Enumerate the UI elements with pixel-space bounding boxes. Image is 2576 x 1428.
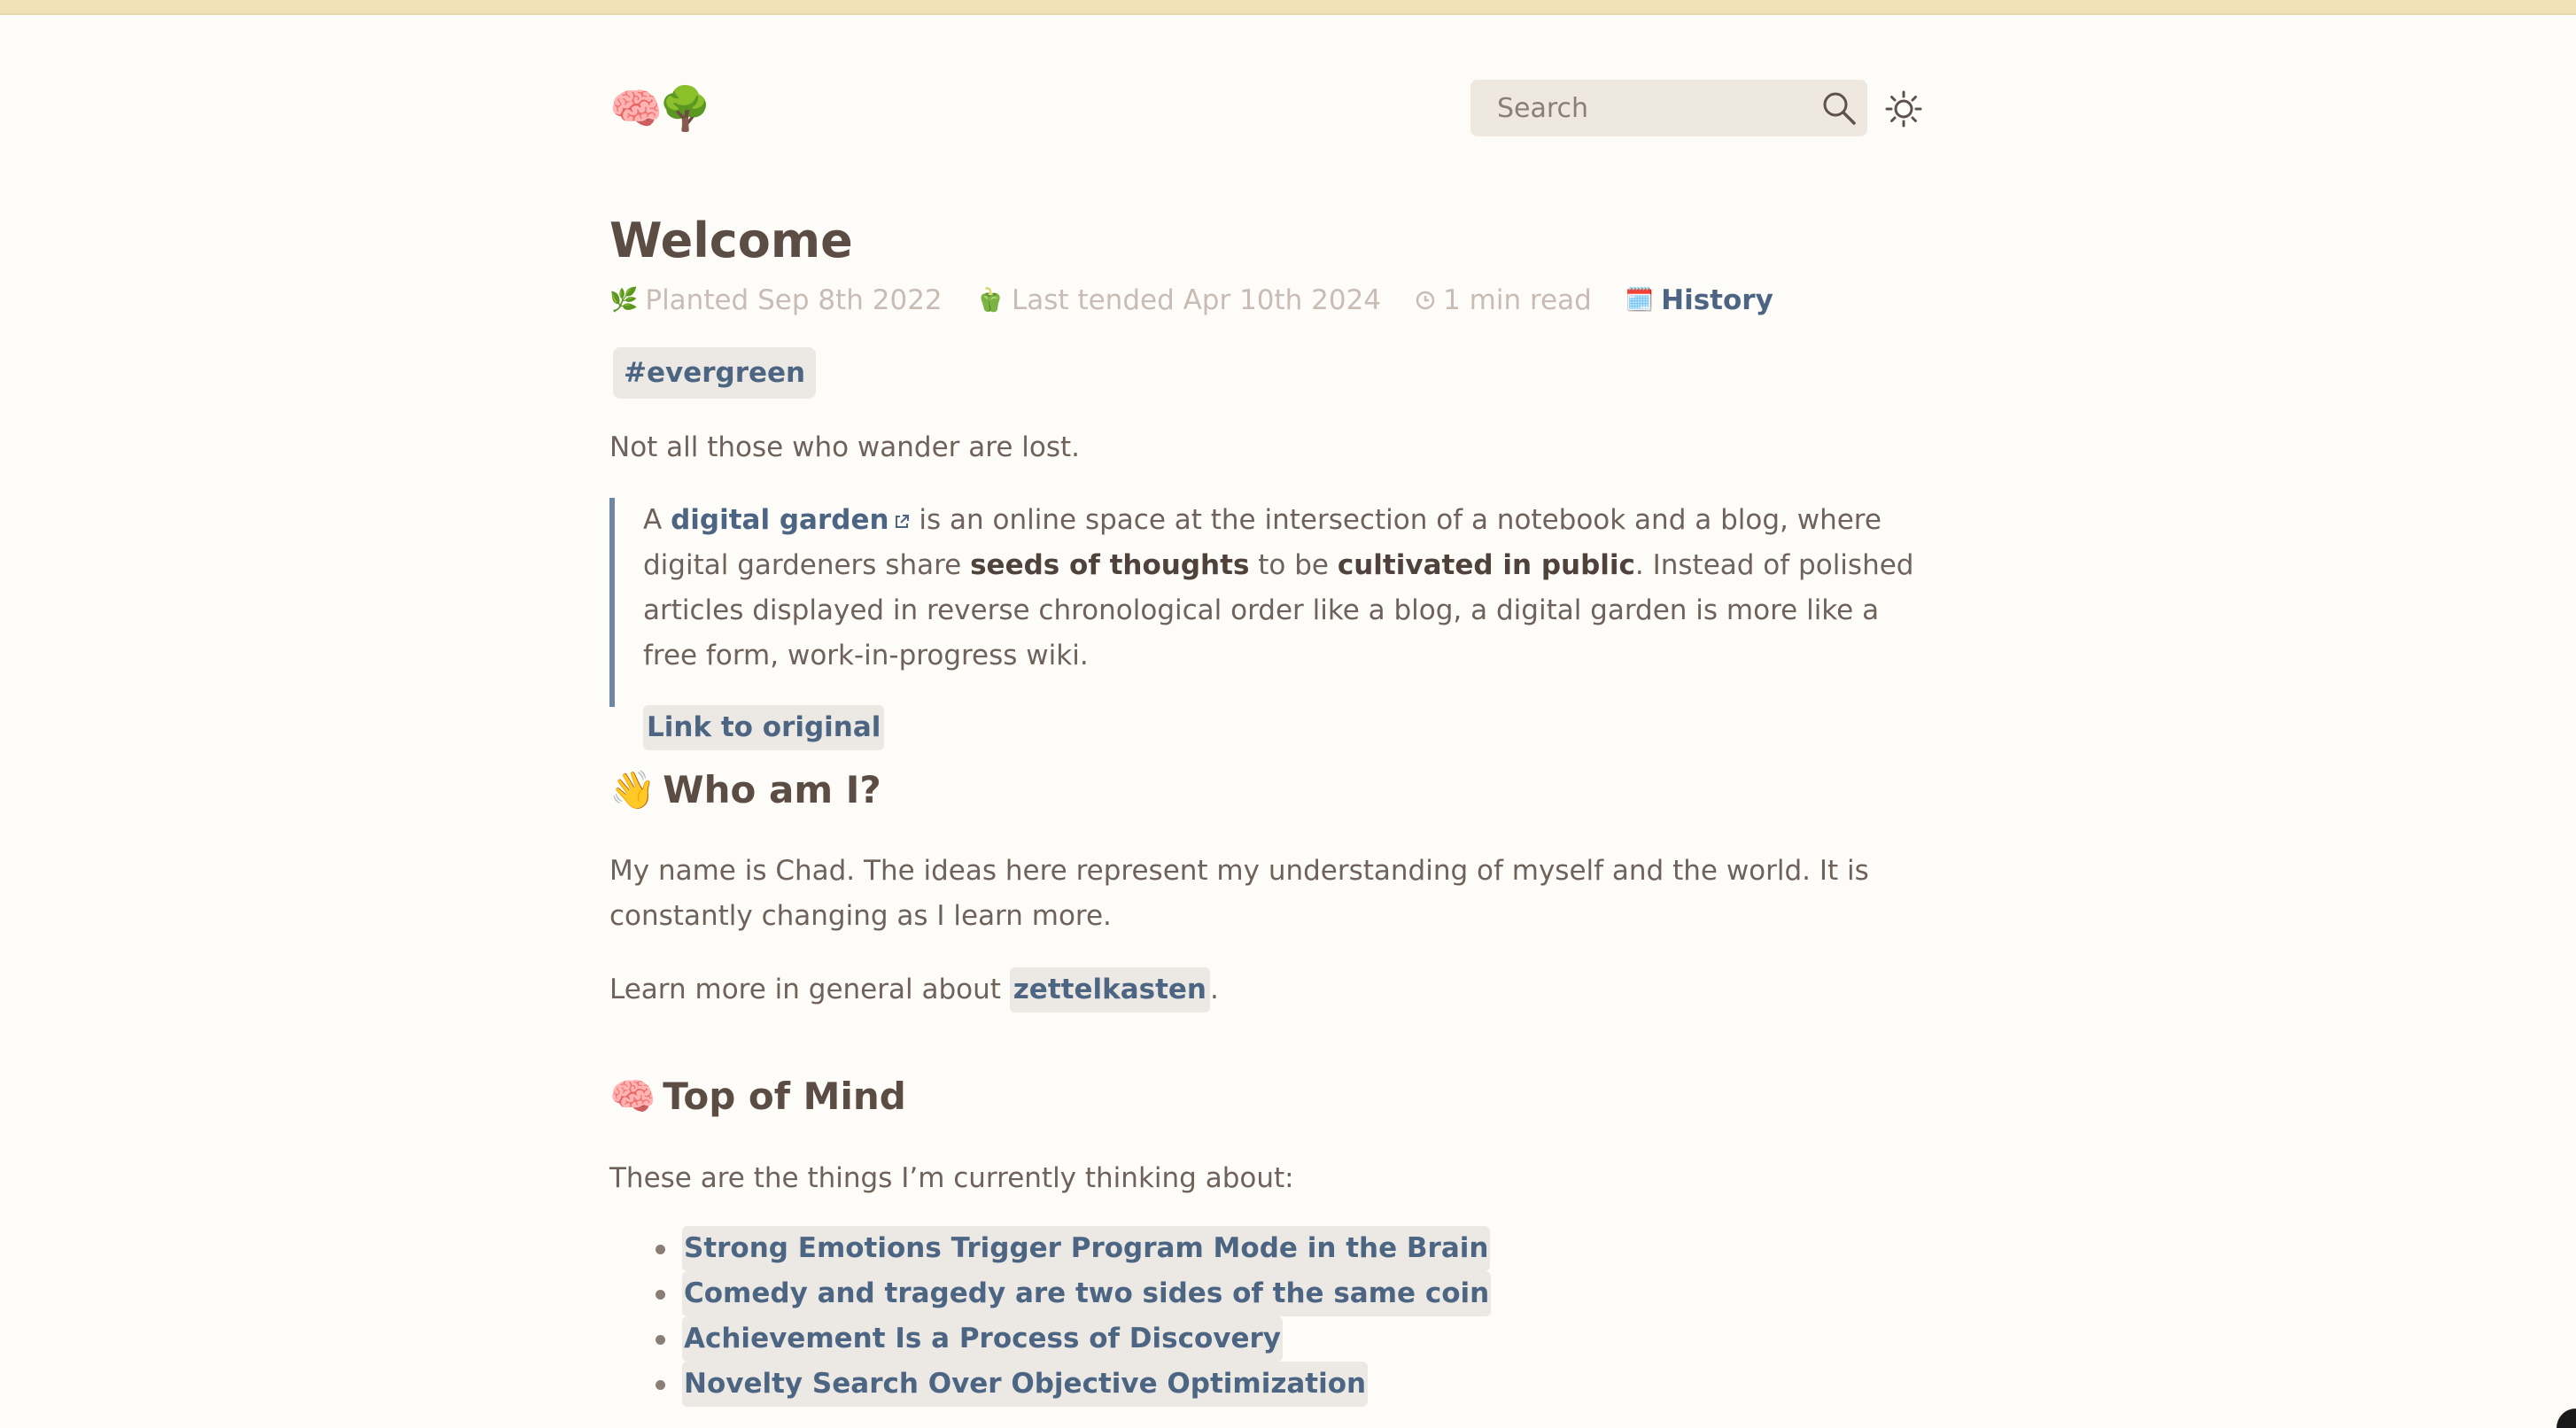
zettelkasten-link[interactable]: zettelkasten	[1009, 967, 1211, 1013]
waving-hand-icon: 👋	[609, 768, 656, 811]
planted-label: Planted Sep 8th 2022	[645, 284, 943, 316]
top-of-mind-heading: 🧠 Top of Mind	[609, 1075, 906, 1118]
list-item: Novelty Search Over Objective Optimizati…	[609, 1362, 1491, 1407]
list-item-link[interactable]: Achievement Is a Process of Discovery	[682, 1316, 1284, 1362]
tended-label: Last tended Apr 10th 2024	[1012, 284, 1382, 316]
tag-evergreen[interactable]: #evergreen	[613, 347, 817, 399]
quote-text: A digital garden is an online space at t…	[643, 504, 1914, 671]
learn-more-text: Learn more in general about zettelkasten…	[609, 967, 1940, 1013]
who-am-i-heading: 👋 Who am I?	[609, 768, 881, 811]
search-input[interactable]	[1497, 89, 1798, 128]
brain-icon: 🧠	[609, 1075, 656, 1118]
bio-text: My name is Chad. The ideas here represen…	[609, 855, 1869, 932]
calendar-icon: 🗓️	[1625, 287, 1655, 314]
list-item: Achievement Is a Process of Discovery	[609, 1316, 1491, 1362]
search-icon[interactable]	[1821, 90, 1857, 126]
leaf-icon: 🫑	[975, 287, 1005, 314]
page-title: Welcome	[609, 213, 853, 268]
window-corner	[2557, 1409, 2576, 1428]
list-item-link[interactable]: Comedy and tragedy are two sides of the …	[682, 1271, 1492, 1316]
list-item-link[interactable]: Novelty Search Over Objective Optimizati…	[682, 1362, 1369, 1407]
top-of-mind-list: Strong Emotions Trigger Program Mode in …	[609, 1226, 1492, 1407]
bold-seeds: seeds of thoughts	[970, 549, 1250, 581]
bold-cultivated: cultivated in public	[1337, 549, 1635, 581]
search-bar[interactable]	[1470, 80, 1867, 136]
history-link[interactable]: 🗓️ History	[1626, 284, 1773, 316]
external-link-icon	[895, 514, 909, 528]
read-time: 1 min read	[1415, 284, 1592, 316]
digital-garden-link[interactable]: digital garden	[671, 504, 910, 536]
page-meta: 🌿 Planted Sep 8th 2022 🫑 Last tended Apr…	[609, 282, 1807, 319]
intro-text: Not all those who wander are lost.	[609, 431, 1080, 463]
blockquote: A digital garden is an online space at t…	[609, 498, 1931, 750]
history-label[interactable]: History	[1661, 284, 1773, 316]
tended-date: 🫑 Last tended Apr 10th 2024	[976, 284, 1381, 316]
page-content: 🧠🌳 Welcome 🌿 Planted Sep 8th 2022 🫑	[609, 0, 1940, 1428]
read-time-label: 1 min read	[1443, 284, 1592, 316]
sprout-icon: 🌿	[609, 287, 639, 314]
top-of-mind-intro: These are the things I’m currently think…	[609, 1162, 1294, 1194]
list-item-link[interactable]: Strong Emotions Trigger Program Mode in …	[682, 1226, 1491, 1271]
sun-icon[interactable]	[1885, 90, 1922, 128]
list-item: Comedy and tragedy are two sides of the …	[609, 1271, 1492, 1316]
list-item: Strong Emotions Trigger Program Mode in …	[609, 1226, 1491, 1271]
clock-icon	[1416, 291, 1435, 310]
link-to-original[interactable]: Link to original	[643, 705, 885, 750]
planted-date: 🌿 Planted Sep 8th 2022	[609, 284, 943, 316]
site-logo[interactable]: 🧠🌳	[609, 81, 712, 136]
